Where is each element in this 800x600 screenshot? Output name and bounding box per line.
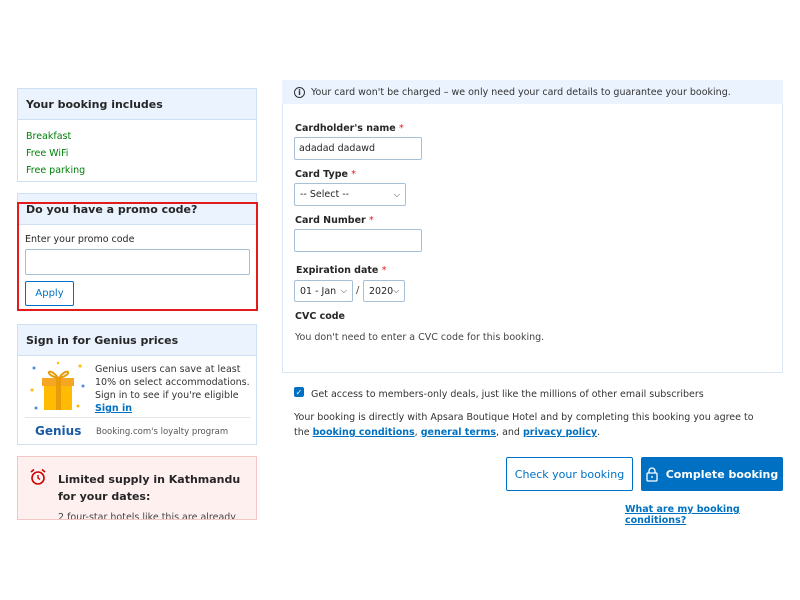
card-number-input[interactable]	[294, 229, 422, 252]
limited-supply-title: Limited supply in Kathmandu for your dat…	[58, 473, 241, 503]
card-number-label: Card Number *	[295, 215, 374, 226]
promo-code-input[interactable]	[25, 249, 250, 275]
alarm-clock-icon	[30, 468, 46, 485]
expiration-year-selected: 2020	[369, 285, 394, 297]
list-item: Free WiFi	[26, 148, 69, 159]
list-item: Free parking	[26, 165, 86, 176]
expiration-year-select[interactable]: 2020 ⌵	[363, 280, 405, 302]
cvc-note: You don't need to enter a CVC code for t…	[295, 332, 545, 343]
genius-divider	[25, 417, 250, 418]
limited-supply-card: Limited supply in Kathmandu for your dat…	[17, 456, 257, 520]
lock-icon	[646, 466, 658, 482]
check-your-booking-button[interactable]: Check your booking	[506, 457, 633, 491]
sign-in-link[interactable]: Sign in	[95, 403, 132, 414]
general-terms-link[interactable]: general terms	[421, 427, 496, 438]
required-mark: *	[369, 215, 374, 226]
card-number-label-text: Card Number	[295, 215, 366, 226]
limited-supply-text: 2 four-star hotels like this are already	[58, 512, 236, 520]
expiration-month-select[interactable]: 01 - Jan ⌵	[294, 280, 353, 302]
expiration-date-label-text: Expiration date	[296, 265, 379, 276]
apply-button[interactable]: Apply	[25, 281, 74, 306]
list-item: Breakfast	[26, 131, 72, 142]
gift-illustration-icon	[30, 361, 85, 410]
genius-logo: Genius	[35, 424, 82, 438]
chevron-down-icon: ⌵	[340, 286, 347, 295]
cardholder-name-input[interactable]: adadad dadawd	[294, 137, 422, 160]
cardholder-name-label: Cardholder's name *	[295, 123, 404, 134]
card-type-selected: -- Select --	[300, 189, 350, 200]
card-type-label: Card Type *	[295, 169, 356, 180]
expiration-date-label: Expiration date *	[296, 265, 386, 276]
required-mark: *	[351, 169, 357, 180]
genius-title: Sign in for Genius prices	[18, 325, 256, 356]
booking-includes-card: Your booking includes Breakfast Free WiF…	[17, 88, 257, 182]
chevron-down-icon: ⌵	[393, 286, 400, 295]
promo-input-label: Enter your promo code	[25, 234, 135, 245]
expiration-separator: /	[356, 285, 360, 296]
privacy-policy-link[interactable]: privacy policy	[523, 427, 597, 438]
deals-checkbox-label: Get access to members-only deals, just l…	[311, 389, 704, 400]
cardholder-name-label-text: Cardholder's name	[295, 123, 396, 134]
info-icon: i	[294, 86, 305, 98]
required-mark: *	[399, 123, 404, 134]
card-type-select[interactable]: -- Select -- ⌵	[294, 183, 406, 206]
genius-description: Genius users can save at least 10% on se…	[95, 363, 255, 415]
required-mark: *	[381, 265, 387, 276]
card-notice-text: Your card won't be charged – we only nee…	[311, 86, 731, 98]
terms-period: .	[597, 427, 601, 438]
card-notice-bar: i Your card won't be charged – we only n…	[282, 80, 783, 104]
includes-list: Breakfast Free WiFi Free parking	[18, 120, 256, 179]
expiration-month-selected: 01 - Jan	[300, 285, 337, 297]
cvc-code-label: CVC code	[295, 311, 346, 322]
genius-loyalty-text: Booking.com's loyalty program	[96, 427, 229, 437]
booking-includes-title: Your booking includes	[18, 89, 256, 120]
genius-description-text: Genius users can save at least 10% on se…	[95, 364, 250, 401]
complete-booking-label: Complete booking	[665, 467, 779, 481]
booking-conditions-link[interactable]: booking conditions	[313, 427, 415, 438]
card-type-label-text: Card Type	[295, 169, 348, 180]
booking-terms-text: Your booking is directly with Apsara Bou…	[294, 410, 764, 440]
deals-checkbox[interactable]: ✓	[294, 387, 304, 397]
terms-and: , and	[496, 427, 523, 438]
booking-conditions-help-link[interactable]: What are my booking conditions?	[625, 504, 800, 526]
chevron-down-icon: ⌵	[393, 189, 400, 199]
complete-booking-button[interactable]: Complete booking	[641, 457, 783, 491]
